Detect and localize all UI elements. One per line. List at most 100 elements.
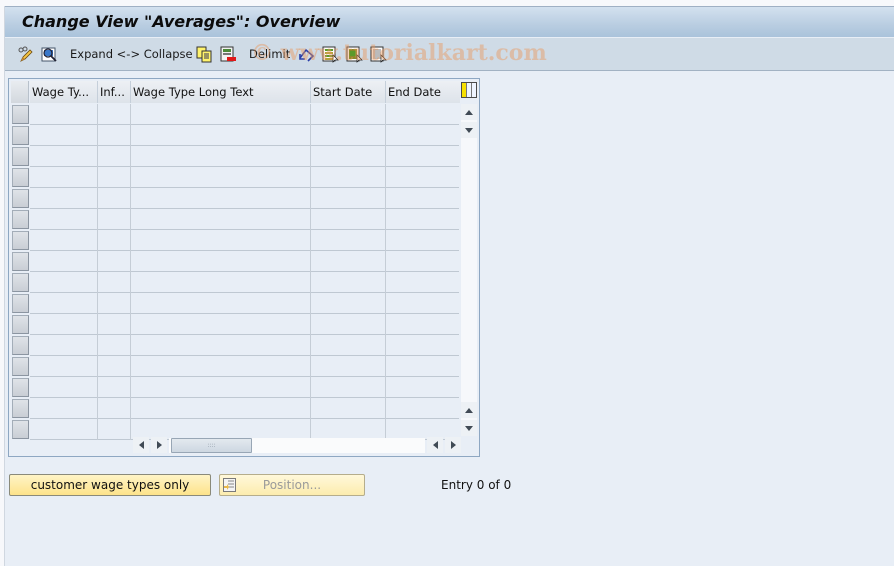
table-cell[interactable]: [311, 104, 386, 124]
scroll-right-button[interactable]: [151, 437, 167, 453]
table-cell[interactable]: [98, 314, 131, 334]
row-selector[interactable]: [12, 336, 29, 355]
page-down-button[interactable]: [461, 420, 477, 436]
table-cell[interactable]: [131, 356, 311, 376]
row-selector[interactable]: [12, 147, 29, 166]
table-cell[interactable]: [30, 272, 98, 292]
table-cell[interactable]: [131, 377, 311, 397]
table-cell[interactable]: [98, 230, 131, 250]
table-cell[interactable]: [30, 146, 98, 166]
table-cell[interactable]: [311, 335, 386, 355]
table-cell[interactable]: [131, 293, 311, 313]
table-cell[interactable]: [30, 377, 98, 397]
table-settings-button[interactable]: [461, 82, 477, 98]
table-cell[interactable]: [30, 293, 98, 313]
table-cell[interactable]: [311, 251, 386, 271]
table-cell[interactable]: [98, 293, 131, 313]
table-cell[interactable]: [311, 419, 386, 439]
table-cell[interactable]: [131, 125, 311, 145]
column-scroll-right-button[interactable]: [445, 437, 461, 453]
table-cell[interactable]: [98, 335, 131, 355]
row-selector[interactable]: [12, 168, 29, 187]
table-cell[interactable]: [311, 398, 386, 418]
table-cell[interactable]: [386, 230, 460, 250]
column-header-long-text[interactable]: Wage Type Long Text: [131, 81, 311, 103]
table-cell[interactable]: [311, 188, 386, 208]
table-cell[interactable]: [386, 356, 460, 376]
row-selector[interactable]: [12, 231, 29, 250]
table-cell[interactable]: [311, 272, 386, 292]
table-cell[interactable]: [30, 125, 98, 145]
row-selector[interactable]: [12, 294, 29, 313]
table-cell[interactable]: [30, 188, 98, 208]
column-header-start-date[interactable]: Start Date: [311, 81, 386, 103]
table-cell[interactable]: [311, 125, 386, 145]
table-cell[interactable]: [131, 167, 311, 187]
table-cell[interactable]: [311, 314, 386, 334]
horizontal-scrollbar[interactable]: ::::: [133, 437, 461, 453]
position-button[interactable]: Position...: [219, 474, 365, 496]
select-block-button[interactable]: [346, 45, 363, 63]
table-cell[interactable]: [386, 335, 460, 355]
table-cell[interactable]: [386, 167, 460, 187]
table-cell[interactable]: [311, 146, 386, 166]
table-cell[interactable]: [386, 419, 460, 439]
table-cell[interactable]: [131, 104, 311, 124]
table-cell[interactable]: [30, 398, 98, 418]
vertical-scrollbar[interactable]: [461, 104, 477, 436]
row-selector[interactable]: [12, 210, 29, 229]
table-cell[interactable]: [30, 335, 98, 355]
row-selector[interactable]: [12, 105, 29, 124]
table-cell[interactable]: [98, 419, 131, 439]
table-cell[interactable]: [98, 377, 131, 397]
table-cell[interactable]: [311, 293, 386, 313]
table-cell[interactable]: [98, 104, 131, 124]
scroll-up-button[interactable]: [461, 104, 477, 120]
table-cell[interactable]: [386, 314, 460, 334]
scroll-left-button[interactable]: [133, 437, 149, 453]
table-cell[interactable]: [30, 104, 98, 124]
table-cell[interactable]: [386, 209, 460, 229]
table-cell[interactable]: [311, 356, 386, 376]
column-scroll-left-button[interactable]: [427, 437, 443, 453]
table-cell[interactable]: [386, 251, 460, 271]
table-cell[interactable]: [98, 356, 131, 376]
undo-change-button[interactable]: [298, 45, 315, 63]
table-cell[interactable]: [98, 251, 131, 271]
table-cell[interactable]: [30, 419, 98, 439]
row-selector[interactable]: [12, 273, 29, 292]
table-cell[interactable]: [30, 314, 98, 334]
delimit-button[interactable]: Delimit: [249, 45, 290, 63]
table-cell[interactable]: [386, 146, 460, 166]
table-cell[interactable]: [131, 272, 311, 292]
select-all-rows-button[interactable]: [11, 81, 29, 103]
table-cell[interactable]: [386, 377, 460, 397]
table-cell[interactable]: [311, 209, 386, 229]
table-cell[interactable]: [98, 125, 131, 145]
table-cell[interactable]: [98, 209, 131, 229]
table-cell[interactable]: [131, 146, 311, 166]
display-change-button[interactable]: [17, 45, 34, 63]
table-cell[interactable]: [98, 398, 131, 418]
row-selector[interactable]: [12, 357, 29, 376]
scroll-down-button[interactable]: [461, 122, 477, 138]
column-header-end-date[interactable]: End Date: [386, 81, 460, 103]
copy-as-button[interactable]: [196, 45, 213, 63]
expand-collapse-button[interactable]: Expand <-> Collapse: [70, 45, 193, 63]
row-selector[interactable]: [12, 420, 29, 439]
table-cell[interactable]: [98, 167, 131, 187]
row-selector[interactable]: [12, 252, 29, 271]
table-cell[interactable]: [386, 398, 460, 418]
table-cell[interactable]: [30, 209, 98, 229]
row-selector[interactable]: [12, 315, 29, 334]
table-cell[interactable]: [131, 419, 311, 439]
table-cell[interactable]: [98, 272, 131, 292]
table-cell[interactable]: [131, 230, 311, 250]
table-cell[interactable]: [30, 356, 98, 376]
table-cell[interactable]: [386, 272, 460, 292]
table-cell[interactable]: [131, 335, 311, 355]
table-cell[interactable]: [386, 125, 460, 145]
customer-wage-types-only-button[interactable]: customer wage types only: [9, 474, 211, 496]
table-cell[interactable]: [30, 251, 98, 271]
table-cell[interactable]: [131, 314, 311, 334]
